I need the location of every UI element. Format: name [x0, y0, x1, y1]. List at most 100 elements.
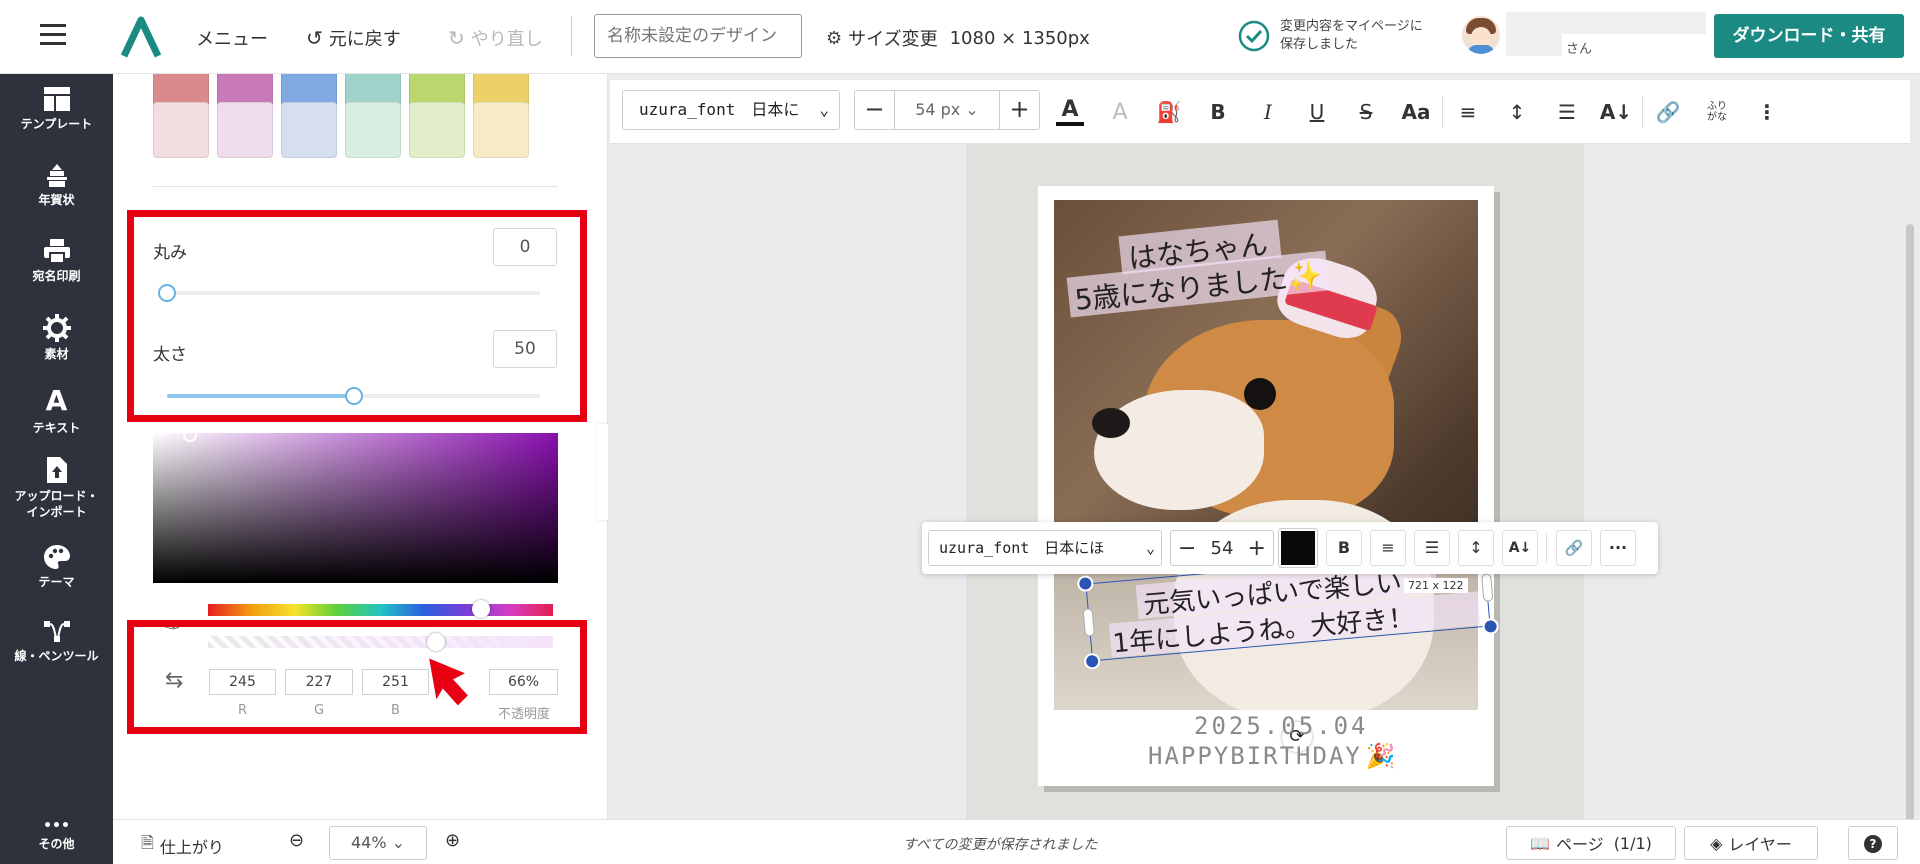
design-card[interactable]: はなちゃん 5歳になりました✨ 元気いっぱいで楽しい 1年にしようね。大好き！ …	[1038, 186, 1500, 786]
color-swatch[interactable]	[153, 102, 209, 158]
align-center-button[interactable]: ≡	[1450, 94, 1486, 130]
help-button[interactable]: ?	[1848, 826, 1898, 860]
color-swatch[interactable]	[409, 102, 465, 158]
sidebar-item-upload[interactable]: アップロード・ インポート	[0, 456, 113, 520]
thickness-slider-knob[interactable]	[344, 387, 363, 405]
hue-slider[interactable]	[208, 604, 553, 616]
floating-line-height-button[interactable]: ↕	[1458, 530, 1494, 566]
undo-button[interactable]: ↺ 元に戻す	[306, 25, 401, 51]
blue-value-input[interactable]: 251	[362, 669, 429, 695]
bold-button[interactable]: B	[1200, 94, 1236, 130]
text-toolbar: uzura_font 日本に ⌄ − 54 px ⌄ + A A ⛽ B I U…	[610, 80, 1910, 144]
resize-handle-right[interactable]	[1481, 573, 1494, 602]
text-color-button[interactable]: A	[1052, 94, 1088, 130]
font-size-input[interactable]: 54 px ⌄	[895, 91, 999, 129]
zoom-out-button[interactable]: ⊖	[289, 830, 304, 851]
sidebar-item-theme[interactable]: テーマ	[0, 544, 113, 590]
zoom-select[interactable]: 44% ⌄	[329, 826, 427, 860]
green-value-input[interactable]: 227	[285, 669, 353, 695]
divider	[1546, 534, 1547, 562]
redo-button[interactable]: ↻ やり直し	[448, 25, 543, 51]
sidebar-item-material[interactable]: 素材	[0, 314, 113, 362]
text-outline-button[interactable]: A	[1102, 94, 1138, 130]
book-icon: 📖	[1530, 833, 1550, 853]
roundness-slider-track[interactable]	[167, 291, 540, 295]
document-search-icon: 🗎	[141, 833, 154, 852]
link-button[interactable]: 🔗	[1650, 94, 1686, 130]
username-placeholder-2	[1506, 34, 1562, 56]
more-options-button[interactable]: ⋮	[1749, 94, 1785, 130]
floating-font-select[interactable]: uzura_font 日本にほ ⌄	[928, 530, 1162, 566]
red-value-input[interactable]: 245	[209, 669, 276, 695]
canvas-size-label: 1080 × 1350px	[949, 27, 1090, 49]
floating-more-button[interactable]: ···	[1600, 530, 1636, 566]
red-label: R	[237, 703, 248, 718]
list-button[interactable]: ☰	[1549, 94, 1585, 130]
floating-text-toolbar: uzura_font 日本にほ ⌄ − 54 + B ≡ ☰ ↕ A↓ 🔗 ··…	[922, 522, 1658, 574]
color-swatch[interactable]	[345, 102, 401, 158]
floating-bold-button[interactable]: B	[1326, 530, 1362, 566]
floating-align-button[interactable]: ≡	[1370, 530, 1406, 566]
swap-mode-icon[interactable]: ⇆	[165, 668, 183, 693]
sidebar-item-address-print[interactable]: 宛名印刷	[0, 238, 113, 284]
letter-case-button[interactable]: Aa	[1398, 94, 1434, 130]
roundness-slider-knob[interactable]	[158, 284, 176, 302]
blue-label: B	[391, 703, 400, 718]
party-popper-icon: 🎉	[1365, 742, 1398, 770]
floating-decrease-size-button[interactable]: −	[1178, 536, 1196, 561]
line-height-button[interactable]: ↕	[1499, 94, 1535, 130]
sidebar-item-text[interactable]: A テキスト	[0, 386, 113, 436]
hue-slider-knob[interactable]	[471, 600, 490, 618]
finish-preview-button[interactable]: 🗎 仕上がり	[141, 832, 224, 859]
floating-link-button[interactable]: 🔗	[1556, 530, 1592, 566]
increase-size-button[interactable]: +	[999, 91, 1039, 129]
design-name-input[interactable]	[594, 14, 802, 58]
avatar[interactable]	[1462, 16, 1500, 54]
download-share-button[interactable]: ダウンロード・共有	[1714, 14, 1904, 58]
color-swatch[interactable]	[281, 102, 337, 158]
divider	[571, 16, 572, 56]
sidebar-item-pen-tool[interactable]: 線・ペンツール	[0, 620, 113, 664]
color-swatch[interactable]	[473, 102, 529, 158]
layer-button[interactable]: ◈ レイヤー	[1684, 826, 1818, 860]
sidebar-item-template[interactable]: テンプレート	[0, 86, 113, 132]
date-text[interactable]: 2025.05.04	[1194, 712, 1369, 740]
fill-color-button[interactable]: ⛽	[1151, 94, 1187, 130]
font-color-bar	[1056, 121, 1084, 126]
color-gradient-picker[interactable]	[153, 433, 558, 583]
font-size-control: − 54 px ⌄ +	[854, 90, 1040, 130]
text-direction-button[interactable]: A↓	[1598, 94, 1634, 130]
floating-font-size[interactable]: 54	[1211, 538, 1234, 559]
hamburger-menu-icon[interactable]	[40, 24, 66, 46]
font-color-icon: A	[1061, 96, 1079, 122]
vertical-scrollbar[interactable]	[1906, 224, 1914, 824]
floating-color-button[interactable]	[1278, 528, 1318, 568]
italic-button[interactable]: I	[1250, 94, 1286, 130]
font-family-select[interactable]: uzura_font 日本に ⌄	[622, 90, 840, 130]
layers-icon: ◈	[1710, 833, 1723, 853]
divider	[153, 186, 558, 187]
app-logo[interactable]	[120, 16, 162, 58]
zoom-in-button[interactable]: ⊕	[445, 830, 460, 851]
thickness-input[interactable]: 50	[493, 330, 557, 368]
chevron-down-icon: ⌄	[819, 100, 829, 119]
opacity-value-input[interactable]: 66%	[489, 669, 558, 695]
decrease-size-button[interactable]: −	[855, 91, 895, 129]
more-dots-icon: •••	[43, 818, 70, 834]
floating-size-control: − 54 +	[1170, 530, 1274, 566]
furigana-button[interactable]: ふり がな	[1699, 94, 1735, 130]
strikethrough-button[interactable]: S	[1348, 94, 1384, 130]
sidebar-item-new-year-card[interactable]: 年賀状	[0, 162, 113, 208]
menu-button[interactable]: メニュー	[196, 25, 268, 51]
page-button[interactable]: 📖 ページ (1/1)	[1506, 826, 1676, 860]
floating-direction-button[interactable]: A↓	[1502, 530, 1538, 566]
underline-button[interactable]: U	[1299, 94, 1335, 130]
gradient-picker-cursor[interactable]	[183, 428, 197, 442]
color-swatch[interactable]	[217, 102, 273, 158]
floating-increase-size-button[interactable]: +	[1248, 536, 1266, 561]
birthday-text[interactable]: HAPPYBIRTHDAY 🎉	[1148, 742, 1398, 770]
resize-button[interactable]: ⚙ サイズ変更 1080 × 1350px	[826, 25, 1090, 51]
sidebar-item-more[interactable]: ••• その他	[0, 818, 113, 852]
floating-list-button[interactable]: ☰	[1414, 530, 1450, 566]
roundness-input[interactable]: 0	[493, 228, 557, 266]
